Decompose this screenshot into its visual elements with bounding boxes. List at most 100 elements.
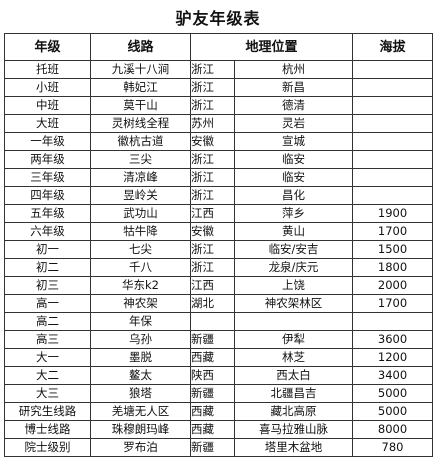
cell-altitude: 1700 [352,294,434,313]
cell-altitude: 780 [352,438,434,457]
cell-place: 黄山 [233,222,354,241]
cell-altitude: 3400 [352,366,434,385]
cell-route: 神农架 [90,294,191,313]
table-row: 高二 年保 [4,312,434,331]
cell-grade: 六年级 [4,222,91,241]
header-route: 线路 [90,33,191,61]
cell-province: 浙江 [190,60,235,79]
cell-route: 罗布泊 [90,438,191,457]
cell-place: 宣城 [233,132,354,151]
cell-grade: 博士线路 [4,420,91,439]
cell-route: 鳌太 [90,366,191,385]
cell-route: 千八 [90,258,191,277]
table-row: 高一 神农架 湖北 神农架林区 1700 [4,294,434,313]
cell-province [190,312,235,331]
cell-grade: 初二 [4,258,91,277]
cell-province: 浙江 [190,150,235,169]
cell-place: 新昌 [233,78,354,97]
cell-route: 莫干山 [90,96,191,115]
table-row: 博士线路 珠穆朗玛峰 西藏 喜马拉雅山脉 8000 [4,420,434,439]
cell-grade: 大班 [4,114,91,133]
cell-place: 林芝 [233,348,354,367]
table-row: 研究生线路 羌塘无人区 西藏 藏北高原 5000 [4,402,434,421]
cell-altitude: 2000 [352,276,434,295]
cell-route: 年保 [90,312,191,331]
cell-province: 江西 [190,204,235,223]
cell-route: 九溪十八涧 [90,60,191,79]
cell-place: 上饶 [233,276,354,295]
cell-route: 羌塘无人区 [90,402,191,421]
cell-place: 藏北高原 [233,402,354,421]
header-grade: 年级 [4,33,91,61]
cell-altitude: 1500 [352,240,434,259]
cell-grade: 高二 [4,312,91,331]
cell-route: 珠穆朗玛峰 [90,420,191,439]
table-row: 院士级别 罗布泊 新疆 塔里木盆地 780 [4,438,434,457]
cell-place: 龙泉/庆元 [233,258,354,277]
cell-place: 伊犁 [233,330,354,349]
cell-province: 陕西 [190,366,235,385]
header-location: 地理位置 [189,33,354,61]
cell-altitude: 5000 [352,402,434,421]
cell-province: 浙江 [190,168,235,187]
cell-province: 浙江 [190,186,235,205]
table-row: 大三 狼塔 新疆 北疆昌吉 5000 [4,384,434,403]
cell-grade: 四年级 [4,186,91,205]
cell-place: 西太白 [233,366,354,385]
cell-province: 西藏 [190,348,235,367]
cell-grade: 大二 [4,366,91,385]
table-row: 五年级 武功山 江西 萍乡 1900 [4,204,434,223]
table-row: 托班 九溪十八涧 浙江 杭州 [4,60,434,79]
cell-altitude [352,78,434,97]
cell-route: 墨脱 [90,348,191,367]
cell-grade: 中班 [4,96,91,115]
table-body: 托班 九溪十八涧 浙江 杭州 小班 韩妃江 浙江 新昌 中班 莫干山 浙江 德清 大班 灵树线全程 苏州 灵岩… [4,60,434,457]
page: 驴友年级表 年级 线路 地理位置 海拔 托班 九溪十八涧 浙江 杭州 小班 韩妃江 浙江 新昌… [0,0,436,476]
cell-altitude [352,132,434,151]
cell-route: 狼塔 [90,384,191,403]
cell-altitude: 1800 [352,258,434,277]
cell-route: 武功山 [90,204,191,223]
cell-altitude [352,150,434,169]
cell-grade: 高三 [4,330,91,349]
cell-province: 浙江 [190,96,235,115]
cell-grade: 两年级 [4,150,91,169]
table-row: 初二 千八 浙江 龙泉/庆元 1800 [4,258,434,277]
cell-altitude: 1900 [352,204,434,223]
cell-route: 清凉峰 [90,168,191,187]
cell-place: 萍乡 [233,204,354,223]
cell-route: 韩妃江 [90,78,191,97]
cell-route: 乌孙 [90,330,191,349]
cell-place: 临安 [233,150,354,169]
cell-route: 七尖 [90,240,191,259]
cell-route: 昱岭关 [90,186,191,205]
table-row: 初一 七尖 浙江 临安/安吉 1500 [4,240,434,259]
cell-route: 徽杭古道 [90,132,191,151]
cell-province: 浙江 [190,258,235,277]
cell-grade: 三年级 [4,168,91,187]
table-row: 中班 莫干山 浙江 德清 [4,96,434,115]
cell-grade: 大三 [4,384,91,403]
cell-grade: 高一 [4,294,91,313]
cell-altitude [352,168,434,187]
cell-place: 临安 [233,168,354,187]
cell-place [233,312,354,331]
cell-province: 西藏 [190,420,235,439]
cell-route: 华东k2 [90,276,191,295]
cell-grade: 研究生线路 [4,402,91,421]
header-altitude: 海拔 [352,33,434,61]
cell-province: 江西 [190,276,235,295]
cell-province: 新疆 [190,438,235,457]
cell-province: 安徽 [190,132,235,151]
cell-place: 德清 [233,96,354,115]
cell-grade: 院士级别 [4,438,91,457]
cell-place: 喜马拉雅山脉 [233,420,354,439]
table-row: 大一 墨脱 西藏 林芝 1200 [4,348,434,367]
cell-province: 新疆 [190,384,235,403]
table-row: 小班 韩妃江 浙江 新昌 [4,78,434,97]
table-row: 高三 乌孙 新疆 伊犁 3600 [4,330,434,349]
cell-grade: 一年级 [4,132,91,151]
cell-province: 浙江 [190,78,235,97]
table-row: 一年级 徽杭古道 安徽 宣城 [4,132,434,151]
hiker-grade-table: 年级 线路 地理位置 海拔 托班 九溪十八涧 浙江 杭州 小班 韩妃江 浙江 新昌 中班 莫干山浙… [4,33,434,457]
